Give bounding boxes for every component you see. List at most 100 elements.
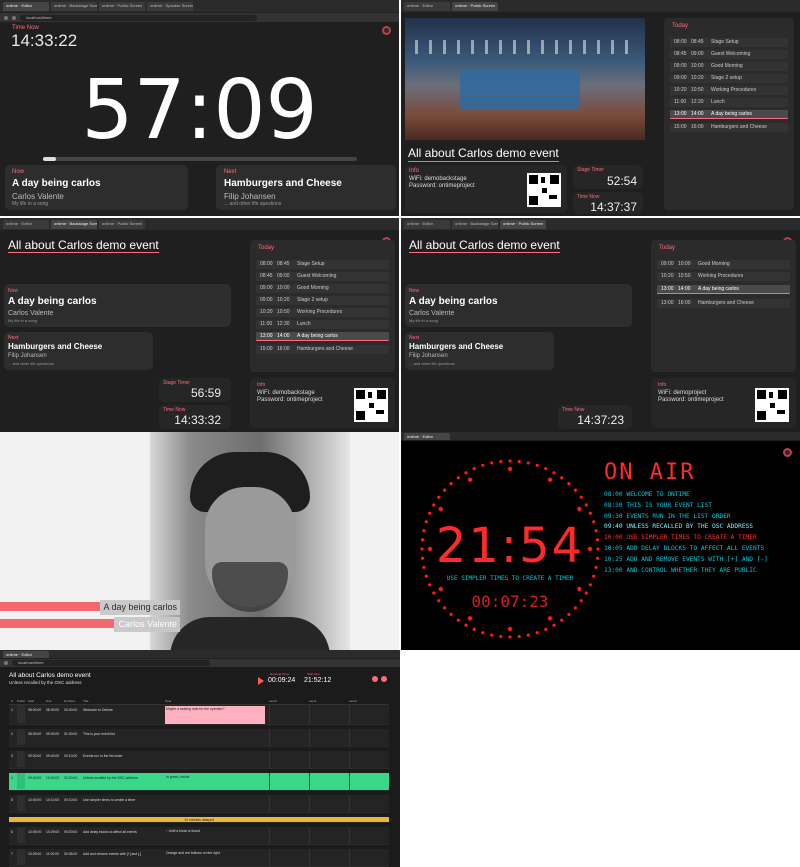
cell-note[interactable]: Maybe a seating note for the operator? xyxy=(165,706,265,724)
cell-user[interactable] xyxy=(269,773,270,791)
cell-n[interactable]: 5 xyxy=(11,798,13,802)
cell-n[interactable]: 7 xyxy=(11,852,13,856)
cell-user[interactable] xyxy=(349,729,350,747)
cell-n[interactable]: 6 xyxy=(11,830,13,834)
cell-user[interactable] xyxy=(349,751,350,769)
cell-title[interactable]: Events run in the list order xyxy=(83,754,122,758)
browser-tab[interactable]: ontime · Editor xyxy=(3,219,49,229)
cell-title[interactable]: Unless recalled by the OSC address xyxy=(83,776,138,780)
cell-dur[interactable]: 00:20:00 xyxy=(64,830,77,834)
browser-tab[interactable]: ontime · Public Screen xyxy=(500,219,546,229)
cell-user[interactable] xyxy=(269,705,270,725)
column-header[interactable]: # xyxy=(11,699,13,703)
cell-user[interactable] xyxy=(349,773,350,791)
cell-user[interactable] xyxy=(309,849,310,867)
cell-title[interactable]: Add and remove events with [+] and [-] xyxy=(83,852,141,856)
browser-tab[interactable]: ontime · Editor xyxy=(3,650,49,658)
delay-block-row[interactable]: 10 minutes delayed xyxy=(9,817,389,823)
public-toggle[interactable] xyxy=(17,795,25,811)
column-header[interactable]: user2 xyxy=(349,699,357,703)
browser-tab[interactable]: ontime · Editor xyxy=(404,432,450,440)
column-header[interactable]: Note xyxy=(165,699,171,703)
address-bar[interactable]: localhost/timer xyxy=(0,659,400,667)
cell-end[interactable]: 09:40:00 xyxy=(46,754,59,758)
cell-dur[interactable]: 00:35:00 xyxy=(64,852,77,856)
cell-note[interactable] xyxy=(165,796,265,812)
settings-icon[interactable] xyxy=(372,676,378,682)
cell-start[interactable]: 10:25:00 xyxy=(28,852,41,856)
browser-tab[interactable]: ontime · Speaker Screen xyxy=(147,1,193,11)
public-toggle[interactable] xyxy=(17,773,25,789)
table-row[interactable]: 7 10:25:00 11:00:00 00:35:00 Add and remove … xyxy=(9,849,389,867)
reload-icon[interactable] xyxy=(12,15,16,20)
theme-icon[interactable] xyxy=(381,676,387,682)
cell-end[interactable]: 10:00:00 xyxy=(46,776,59,780)
column-header[interactable]: user1 xyxy=(309,699,317,703)
back-icon[interactable] xyxy=(4,661,8,665)
browser-tab[interactable]: ontime · Backstage Screen xyxy=(51,1,97,11)
cell-n[interactable]: 1 xyxy=(11,708,13,712)
table-row[interactable]: 3 09:30:00 09:40:00 00:10:00 Events run in t… xyxy=(9,751,389,769)
cell-user[interactable] xyxy=(269,827,270,845)
cell-dur[interactable]: 00:30:00 xyxy=(64,708,77,712)
column-header[interactable]: Title xyxy=(83,699,89,703)
table-row[interactable]: 5 10:00:00 10:10:00 00:10:00 Use simpler tim… xyxy=(9,795,389,813)
cell-n[interactable]: 2 xyxy=(11,732,13,736)
cell-note[interactable]: In green, below xyxy=(165,774,265,790)
cell-dur[interactable]: 00:20:00 xyxy=(64,776,77,780)
address-bar[interactable]: localhost/timer xyxy=(0,13,399,22)
browser-tab[interactable]: ontime · Editor xyxy=(404,219,450,229)
browser-tab[interactable]: ontime · Editor xyxy=(404,1,450,11)
table-row[interactable]: 1 08:00:00 08:30:00 00:30:00 Welcome to Onti… xyxy=(9,705,389,725)
cell-dur[interactable]: 01:00:00 xyxy=(64,732,77,736)
cell-user[interactable] xyxy=(349,795,350,813)
cell-n[interactable]: 4 xyxy=(11,776,13,780)
cell-dur[interactable]: 00:10:00 xyxy=(64,754,77,758)
cell-start[interactable]: 08:30:00 xyxy=(28,732,41,736)
cell-user[interactable] xyxy=(269,795,270,813)
cell-user[interactable] xyxy=(349,849,350,867)
cell-end[interactable]: 09:30:00 xyxy=(46,732,59,736)
cell-user[interactable] xyxy=(309,751,310,769)
column-header[interactable]: user0 xyxy=(269,699,277,703)
cell-title[interactable]: Add delay blocks to affect all events xyxy=(83,830,137,834)
cell-end[interactable]: 08:30:00 xyxy=(46,708,59,712)
public-toggle[interactable] xyxy=(17,729,25,745)
cell-title[interactable]: This is your event list xyxy=(83,732,115,736)
cell-dur[interactable]: 00:10:00 xyxy=(64,798,77,802)
column-header[interactable]: Public xyxy=(17,699,25,703)
cell-note[interactable] xyxy=(165,752,265,768)
browser-tab[interactable]: ontime · Backstage Screen xyxy=(51,219,97,229)
cell-user[interactable] xyxy=(269,729,270,747)
url-field[interactable]: localhost/timer xyxy=(12,660,210,666)
cell-end[interactable]: 10:10:00 xyxy=(46,798,59,802)
cell-user[interactable] xyxy=(309,729,310,747)
cell-start[interactable]: 09:40:00 xyxy=(28,776,41,780)
cell-start[interactable]: 10:05:00 xyxy=(28,830,41,834)
browser-tab[interactable]: ontime · Backstage Screen xyxy=(452,219,498,229)
browser-tab[interactable]: ontime · Public Screen xyxy=(99,219,145,229)
cell-end[interactable]: 11:00:00 xyxy=(46,852,59,856)
column-header[interactable]: End xyxy=(46,699,51,703)
browser-tab[interactable]: ontime · Public Screen xyxy=(99,1,145,11)
public-toggle[interactable] xyxy=(17,751,25,767)
cell-user[interactable] xyxy=(349,705,350,725)
play-icon[interactable] xyxy=(258,677,264,685)
cell-note[interactable]: Orange and red buttons on the right xyxy=(165,850,265,866)
cell-user[interactable] xyxy=(349,827,350,845)
cell-user[interactable] xyxy=(269,751,270,769)
cell-start[interactable]: 09:30:00 xyxy=(28,754,41,758)
back-icon[interactable] xyxy=(4,15,8,20)
cell-title[interactable]: Welcome to Ontime xyxy=(83,708,113,712)
cell-note[interactable]: ↑ Until a block is found xyxy=(165,828,265,844)
cell-start[interactable]: 08:00:00 xyxy=(28,708,41,712)
cell-title[interactable]: Use simpler times to create a timer xyxy=(83,798,135,802)
url-field[interactable]: localhost/timer xyxy=(20,14,257,21)
cell-n[interactable]: 3 xyxy=(11,754,13,758)
cell-end[interactable]: 10:25:00 xyxy=(46,830,59,834)
column-header[interactable]: Duration xyxy=(64,699,75,703)
table-row[interactable]: 4 09:40:00 10:00:00 00:20:00 Unless recalled… xyxy=(9,773,389,791)
table-row[interactable]: 2 08:30:00 09:30:00 01:00:00 This is your ev… xyxy=(9,729,389,747)
browser-tab[interactable]: ontime · Editor xyxy=(3,1,49,11)
browser-tab[interactable]: ontime · Public Screen xyxy=(452,1,498,11)
